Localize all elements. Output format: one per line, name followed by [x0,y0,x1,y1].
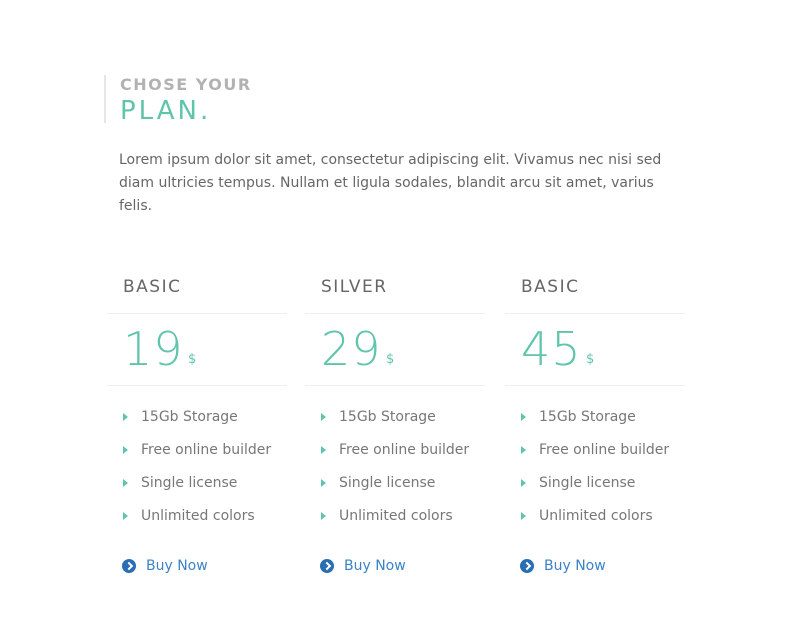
currency-symbol: $ [586,352,595,367]
caret-right-icon [123,479,128,487]
list-item: Single license [107,472,287,505]
plan-name: SILVER [305,270,485,314]
chevron-circle-right-icon [520,559,534,573]
caret-right-icon [521,512,526,520]
intro-paragraph: Lorem ipsum dolor sit amet, consectetur … [119,152,662,214]
list-item: 15Gb Storage [505,406,685,439]
currency-symbol: $ [386,352,395,367]
buy-now-label: Buy Now [344,558,406,574]
chevron-circle-right-icon [320,559,334,573]
caret-right-icon [321,479,326,487]
buy-now-button[interactable]: Buy Now [320,556,406,576]
feature-label: 15Gb Storage [339,409,436,425]
heading-kicker: CHOSE YOUR [120,75,252,94]
caret-right-icon [321,446,326,454]
feature-label: Unlimited colors [141,508,255,524]
buy-now-label: Buy Now [146,558,208,574]
plan-card-silver: SILVER 29 $ 15Gb Storage Free online bui… [305,270,485,574]
feature-list: 15Gb Storage Free online builder Single … [107,406,287,538]
list-item: Unlimited colors [305,505,485,538]
list-item: Single license [305,472,485,505]
list-item: Unlimited colors [107,505,287,538]
price-row: 19 $ [107,314,287,386]
feature-list: 15Gb Storage Free online builder Single … [305,406,485,538]
list-item: Free online builder [107,439,287,472]
caret-right-icon [123,446,128,454]
feature-label: 15Gb Storage [539,409,636,425]
list-item: 15Gb Storage [305,406,485,439]
plan-price: 45 [521,322,582,376]
buy-now-label: Buy Now [544,558,606,574]
page-title: PLAN. [120,96,212,126]
feature-label: Unlimited colors [539,508,653,524]
plan-name: BASIC [505,270,685,314]
list-item: Free online builder [305,439,485,472]
list-item: Single license [505,472,685,505]
list-item: 15Gb Storage [107,406,287,439]
feature-label: Single license [141,475,238,491]
list-item: Unlimited colors [505,505,685,538]
feature-label: 15Gb Storage [141,409,238,425]
price-row: 29 $ [305,314,485,386]
caret-right-icon [123,512,128,520]
feature-list: 15Gb Storage Free online builder Single … [505,406,685,538]
caret-right-icon [123,413,128,421]
currency-symbol: $ [188,352,197,367]
plan-card-basic: BASIC 19 $ 15Gb Storage Free online buil… [107,270,287,574]
caret-right-icon [321,512,326,520]
feature-label: Single license [539,475,636,491]
chevron-circle-right-icon [122,559,136,573]
caret-right-icon [321,413,326,421]
section-heading: CHOSE YOUR PLAN. [104,75,252,126]
plan-card-basic-2: BASIC 45 $ 15Gb Storage Free online buil… [505,270,685,574]
plan-price: 19 [123,322,184,376]
price-row: 45 $ [505,314,685,386]
feature-label: Unlimited colors [339,508,453,524]
plan-name: BASIC [107,270,287,314]
list-item: Free online builder [505,439,685,472]
plan-price: 29 [321,322,382,376]
feature-label: Single license [339,475,436,491]
buy-now-button[interactable]: Buy Now [122,556,208,576]
caret-right-icon [521,413,526,421]
feature-label: Free online builder [339,442,470,458]
feature-label: Free online builder [141,442,272,458]
caret-right-icon [521,479,526,487]
caret-right-icon [521,446,526,454]
buy-now-button[interactable]: Buy Now [520,556,606,576]
feature-label: Free online builder [539,442,670,458]
